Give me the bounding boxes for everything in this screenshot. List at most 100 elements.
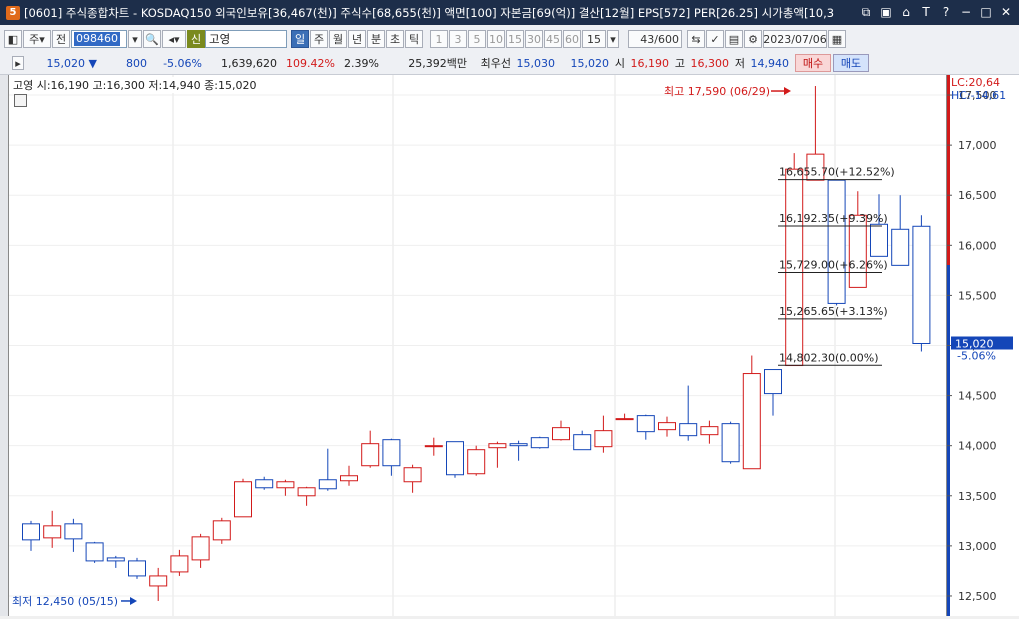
buy-button[interactable]: 매수 bbox=[795, 54, 831, 72]
grid-toggle-icon[interactable] bbox=[14, 94, 27, 107]
high-label: 고 bbox=[674, 57, 685, 70]
candle-body[interactable] bbox=[403, 467, 422, 483]
period-tab[interactable]: 초 bbox=[386, 30, 404, 48]
quote-toggle-icon[interactable]: ▸ bbox=[12, 56, 24, 70]
candle-body[interactable] bbox=[764, 369, 782, 395]
candle-body[interactable] bbox=[340, 475, 358, 482]
candle-body[interactable] bbox=[446, 441, 464, 476]
candle-body[interactable] bbox=[85, 542, 104, 562]
candle-body[interactable] bbox=[912, 225, 931, 344]
settings-gear-icon[interactable]: ⚙ bbox=[744, 30, 762, 48]
minute-option[interactable]: 3 bbox=[449, 30, 467, 48]
save-icon[interactable]: ▤ bbox=[725, 30, 743, 48]
stock-code-input[interactable]: 098460 bbox=[71, 30, 127, 48]
candle-body[interactable] bbox=[573, 434, 592, 451]
candle-body[interactable] bbox=[700, 426, 719, 436]
candle-body[interactable] bbox=[870, 223, 888, 257]
candle-body[interactable] bbox=[64, 523, 83, 540]
candle-body[interactable] bbox=[191, 536, 210, 561]
axis-tick-label: 12,500 bbox=[958, 590, 997, 603]
candle-body[interactable] bbox=[679, 423, 698, 437]
period-tab[interactable]: 틱 bbox=[405, 30, 423, 48]
candle-body[interactable] bbox=[170, 555, 189, 573]
copy-icon[interactable]: ▣ bbox=[877, 3, 895, 21]
minute-option[interactable]: 5 bbox=[468, 30, 486, 48]
candle-body[interactable] bbox=[509, 443, 528, 447]
custom-period-input[interactable]: 15 bbox=[582, 30, 606, 48]
candle-body[interactable] bbox=[552, 427, 570, 441]
maximize-icon[interactable]: □ bbox=[977, 3, 995, 21]
min-price-annotation: 최저 12,450 (05/15) bbox=[12, 595, 118, 608]
candle-body[interactable] bbox=[361, 443, 380, 467]
calendar-icon[interactable]: ▦ bbox=[828, 30, 846, 48]
candle-body[interactable] bbox=[22, 523, 40, 541]
period-tab[interactable]: 월 bbox=[329, 30, 347, 48]
candle-body[interactable] bbox=[615, 418, 634, 421]
candle-body[interactable] bbox=[318, 479, 337, 490]
candle-body[interactable] bbox=[297, 487, 316, 497]
ask-price: 15,030 bbox=[516, 56, 556, 70]
candle-body[interactable] bbox=[488, 443, 507, 449]
candle-body[interactable] bbox=[234, 481, 252, 518]
candle-body[interactable] bbox=[149, 575, 168, 587]
candlestick-chart[interactable]: 16,655.70(+12.52%) 16,192.35(+9.39%) 15,72… bbox=[9, 75, 946, 616]
minute-option[interactable]: 45 bbox=[544, 30, 562, 48]
lock-icon[interactable]: ⌂ bbox=[897, 3, 915, 21]
count-field[interactable]: 43/600 bbox=[628, 30, 682, 48]
compare-icon[interactable]: ⇆ bbox=[687, 30, 705, 48]
code-dropdown-icon[interactable]: ▾ bbox=[128, 30, 142, 48]
sell-button[interactable]: 매도 bbox=[833, 54, 869, 72]
candle-body[interactable] bbox=[594, 430, 613, 448]
search-icon[interactable]: 🔍 bbox=[143, 30, 161, 48]
prev-button[interactable]: 전 bbox=[52, 30, 70, 48]
market-select[interactable]: 주 ▾ bbox=[23, 30, 51, 48]
minute-option[interactable]: 15 bbox=[506, 30, 524, 48]
candle-body[interactable] bbox=[43, 525, 62, 539]
candle-body[interactable] bbox=[658, 422, 676, 431]
minute-option[interactable]: 10 bbox=[487, 30, 505, 48]
candle-body[interactable] bbox=[467, 449, 486, 475]
period-tab[interactable]: 일 bbox=[291, 30, 309, 48]
candle-body[interactable] bbox=[212, 520, 231, 541]
date-field[interactable]: 2023/07/06 bbox=[763, 30, 827, 48]
stock-code-value: 098460 bbox=[74, 32, 120, 46]
stock-name-field[interactable]: 고영 bbox=[205, 30, 287, 48]
period-tab[interactable]: 주 bbox=[310, 30, 328, 48]
low-label: 저 bbox=[734, 57, 745, 70]
candle-body[interactable] bbox=[891, 228, 910, 266]
max-price-annotation: 최고 17,590 (06/29) bbox=[664, 85, 770, 98]
candle-body[interactable] bbox=[255, 479, 274, 489]
left-panel-strip bbox=[0, 75, 8, 616]
custom-period-dropdown-icon[interactable]: ▾ bbox=[607, 30, 619, 48]
checkmark-icon[interactable]: ✓ bbox=[706, 30, 724, 48]
period-tab[interactable]: 분 bbox=[367, 30, 385, 48]
minute-option[interactable]: 30 bbox=[525, 30, 543, 48]
candle-body[interactable] bbox=[276, 481, 295, 489]
layout-icon[interactable]: ◧ bbox=[4, 30, 22, 48]
candle-body[interactable] bbox=[106, 557, 125, 562]
minute-option[interactable]: 60 bbox=[563, 30, 581, 48]
candle-body[interactable] bbox=[827, 179, 846, 304]
title-bar: 5 [0601] 주식종합차트 - KOSDAQ150 외국인보유[36,467… bbox=[0, 0, 1019, 25]
candle-body[interactable] bbox=[382, 439, 401, 467]
candle-body[interactable] bbox=[721, 423, 740, 463]
speaker-icon[interactable]: ◂▾ bbox=[162, 30, 186, 48]
chart-panel[interactable]: 16,655.70(+12.52%) 16,192.35(+9.39%) 15,72… bbox=[8, 75, 946, 616]
candle-body[interactable] bbox=[742, 373, 761, 470]
help-icon[interactable]: ? bbox=[937, 3, 955, 21]
minimize-icon[interactable]: − bbox=[957, 3, 975, 21]
candle-body[interactable] bbox=[424, 445, 443, 448]
candle-body[interactable] bbox=[128, 560, 146, 577]
best-bid-label: 최우선 bbox=[480, 57, 511, 70]
candle-body[interactable] bbox=[636, 415, 655, 433]
minute-option[interactable]: 1 bbox=[430, 30, 448, 48]
open-price: 16,190 bbox=[630, 56, 670, 70]
candle-body[interactable] bbox=[530, 437, 549, 449]
toolbar: ◧ 주 ▾ 전 098460 ▾ 🔍 ◂▾ 신 고영 일주월년분초틱 1 3 5 10 1… bbox=[0, 26, 1019, 53]
lc-label: LC:20,64 bbox=[951, 76, 1000, 89]
close-icon[interactable]: ✕ bbox=[997, 3, 1015, 21]
font-icon[interactable]: T bbox=[917, 3, 935, 21]
period-tab[interactable]: 년 bbox=[348, 30, 366, 48]
price-axis[interactable]: 17,50017,00016,50016,00015,50015,00014,5… bbox=[946, 75, 1019, 616]
restore-windows-icon[interactable]: ⧉ bbox=[857, 3, 875, 21]
